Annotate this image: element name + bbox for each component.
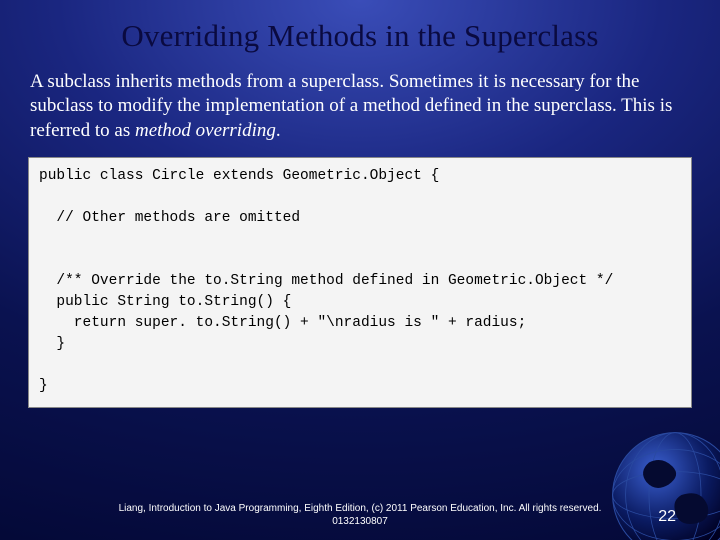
slide-body: A subclass inherits methods from a super… [28,70,692,143]
body-emphasis: method overriding [135,120,276,141]
slide-title: Overriding Methods in the Superclass [28,18,692,54]
code-line: /** Override the to.String method define… [39,273,613,289]
slide: Overriding Methods in the Superclass A s… [0,0,720,540]
code-line: } [39,336,65,352]
code-line: // Other methods are omitted [39,210,300,226]
footer-citation: Liang, Introduction to Java Programming,… [0,503,720,528]
code-line: public class Circle extends Geometric.Ob… [39,168,439,184]
code-line: } [39,378,48,394]
code-block: public class Circle extends Geometric.Ob… [28,157,692,408]
code-line: return super. to.String() + "\nradius is… [39,315,526,331]
body-suffix: . [276,120,281,141]
page-number: 22 [658,508,676,526]
code-line: public String to.String() { [39,294,291,310]
body-prefix: A subclass inherits methods from a super… [30,71,672,141]
